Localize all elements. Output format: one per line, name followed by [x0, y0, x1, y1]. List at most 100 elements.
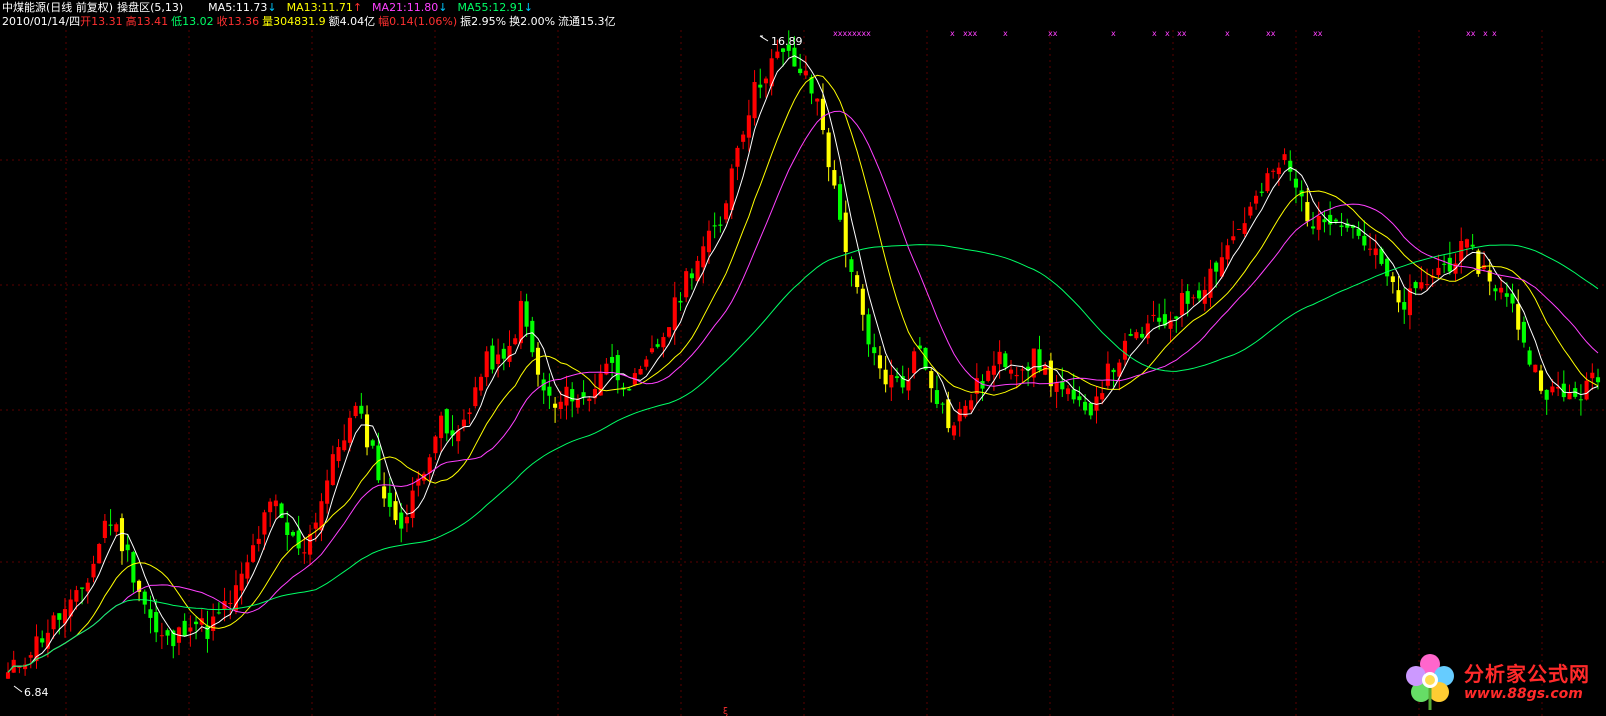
- ma13-line: [7, 74, 1599, 673]
- candle-body: [991, 365, 996, 375]
- candle-body: [28, 655, 33, 658]
- candle-body: [649, 348, 655, 353]
- quote-label: 高: [125, 15, 137, 28]
- candle-body: [1544, 389, 1549, 400]
- candle-body: [940, 403, 945, 405]
- candle-body: [444, 409, 449, 434]
- candle-body: [1584, 380, 1589, 400]
- candle-body: [570, 389, 575, 402]
- candle-body: [290, 531, 295, 536]
- ma55-line: [7, 244, 1599, 673]
- candle-body: [1521, 321, 1526, 343]
- candle-body: [239, 573, 244, 591]
- candle-body: [1590, 372, 1595, 379]
- candle-body: [165, 630, 170, 636]
- kline-chart[interactable]: xxxxxxxx x xxx x xx x x x xx x xx xx xx x x 16.89 6.84…: [0, 0, 1606, 716]
- signal-mark: x: [1003, 29, 1008, 38]
- candles-layer: [5, 30, 1601, 680]
- candle-body: [906, 379, 911, 391]
- quote-values: 开13.31 高13.41 低13.02 收13.36 量304831.9 额4.04亿幅…: [80, 15, 618, 28]
- quote-label: 流通: [558, 15, 581, 28]
- signal-mark: x: [1483, 29, 1488, 38]
- candle-body: [40, 638, 45, 643]
- candle-body: [51, 615, 56, 630]
- candle-body: [1128, 334, 1133, 336]
- candle-body: [1225, 245, 1230, 260]
- candle-body: [837, 184, 843, 220]
- signal-mark: xx: [1048, 29, 1058, 38]
- candle-body: [695, 260, 700, 282]
- quote-value: 15.3亿: [580, 15, 616, 28]
- candle-body: [661, 337, 666, 348]
- candle-body: [97, 544, 102, 564]
- candle-body: [558, 401, 563, 409]
- candle-body: [1527, 350, 1532, 365]
- candle-body: [826, 132, 831, 168]
- candle-body: [330, 454, 335, 485]
- candle-body: [729, 168, 734, 211]
- low-price-label: 6.84: [24, 686, 49, 699]
- candle-body: [832, 170, 837, 186]
- candle-body: [883, 369, 888, 385]
- candle-body: [74, 590, 79, 602]
- candle-body: [182, 620, 187, 637]
- candle-body: [313, 522, 318, 529]
- ma-legend-item[interactable]: MA13:11.71: [287, 1, 353, 14]
- candle-body: [684, 271, 689, 298]
- candle-body: [912, 351, 917, 374]
- candle-body: [302, 552, 307, 554]
- candle-body: [370, 440, 375, 446]
- stock-title[interactable]: 中煤能源(日线 前复权): [2, 1, 113, 14]
- signal-mark: x: [1492, 29, 1497, 38]
- quote-label: 低: [171, 15, 183, 28]
- quote-value: 2.00%: [520, 15, 556, 28]
- candle-body: [1088, 403, 1093, 416]
- quote-value: 13.31: [91, 15, 123, 28]
- signal-mark: x: [1225, 29, 1230, 38]
- candle-body: [997, 351, 1002, 365]
- candle-body: [894, 376, 900, 379]
- watermark-name: 分析家公式网: [1464, 662, 1590, 686]
- candle-body: [741, 134, 746, 142]
- candle-body: [986, 370, 991, 381]
- candle-body: [262, 512, 267, 535]
- trend-arrow-icon: ↓: [523, 1, 533, 14]
- chart-panel[interactable]: xxxxxxxx x xxx x xx x x x xx x xx xx xx x x 16.89 6.84…: [0, 0, 1606, 716]
- candle-body: [581, 392, 586, 398]
- candle-body: [1020, 369, 1025, 371]
- candle-body: [211, 616, 216, 631]
- candle-body: [1305, 202, 1310, 222]
- candle-body: [1362, 235, 1367, 246]
- candle-body: [245, 562, 250, 579]
- signal-mark: x: [950, 29, 955, 38]
- candle-body: [490, 345, 495, 370]
- candle-body: [1014, 374, 1019, 377]
- candle-body: [142, 591, 147, 605]
- candle-body: [85, 582, 90, 592]
- candle-body: [1111, 369, 1116, 373]
- ma-legend-item[interactable]: MA55:12.91: [457, 1, 523, 14]
- ma-legend-item[interactable]: MA5:11.73: [208, 1, 267, 14]
- signal-mark: x: [1152, 29, 1157, 38]
- candle-body: [404, 516, 409, 524]
- candle-body: [1567, 392, 1572, 400]
- panel-name[interactable]: 操盘区: [117, 1, 150, 14]
- candle-body: [1214, 262, 1219, 272]
- signal-mark: xxx: [963, 29, 977, 38]
- candle-body: [1464, 239, 1469, 248]
- quote-label: 额: [328, 15, 340, 28]
- candle-body: [80, 587, 85, 589]
- candle-body: [1402, 302, 1407, 310]
- ma-legend: MA5:11.73↓ MA13:11.71↑ MA21:11.80↓ MA55:12.…: [208, 1, 543, 14]
- candle-body: [1516, 304, 1521, 330]
- candle-body: [359, 405, 364, 414]
- quote-label: 收: [216, 15, 228, 28]
- candle-body: [946, 399, 951, 429]
- candle-body: [1134, 332, 1139, 339]
- candle-body: [781, 48, 786, 52]
- high-price-label: 16.89: [771, 35, 803, 48]
- candle-body: [102, 520, 107, 539]
- ma-legend-item[interactable]: MA21:11.80: [372, 1, 438, 14]
- candle-body: [461, 419, 466, 427]
- candle-body: [496, 354, 501, 364]
